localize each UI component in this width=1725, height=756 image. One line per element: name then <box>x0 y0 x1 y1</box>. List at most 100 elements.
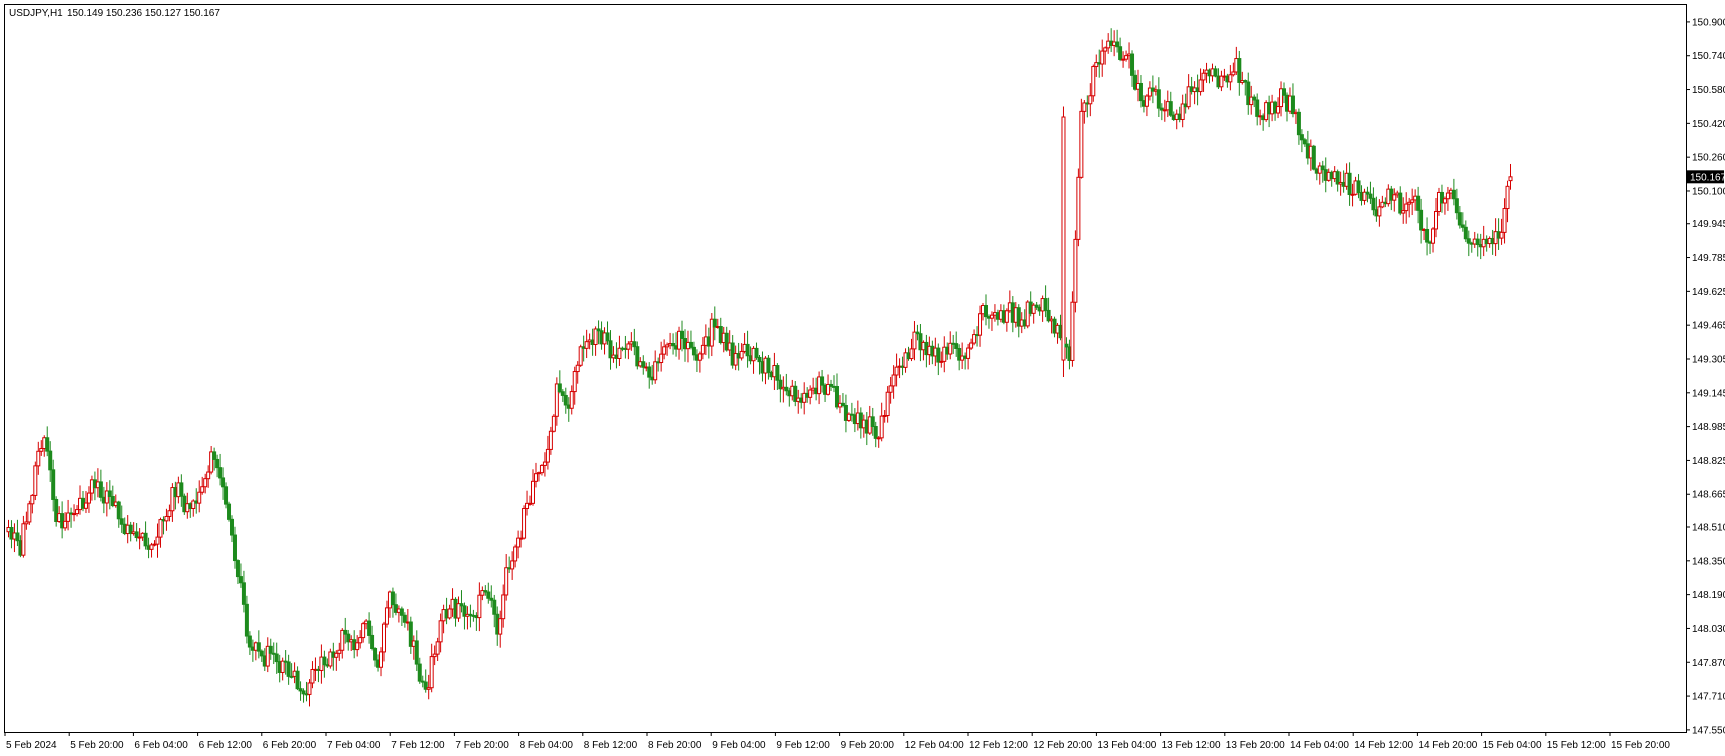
candle-body <box>808 389 813 398</box>
candle-body <box>1392 194 1397 201</box>
candle-body <box>75 509 80 515</box>
time-tick-label: 13 Feb 04:00 <box>1097 740 1156 751</box>
candle-body <box>486 591 491 599</box>
time-tick-label: 8 Feb 20:00 <box>648 740 702 751</box>
symbol-timeframe-label: USDJPY,H1 <box>9 8 63 19</box>
candle-body <box>820 376 825 386</box>
candle-body <box>212 451 217 460</box>
price-chart[interactable]: 150.900 150.740 150.580 150.420 150.260 150.1… <box>0 0 1725 756</box>
candle-body <box>334 652 339 658</box>
price-tick-label: 150.740 <box>1692 51 1725 62</box>
candle-body <box>1442 198 1447 204</box>
price-tick-label: 149.625 <box>1692 287 1725 298</box>
candle-body <box>557 383 562 393</box>
candle-body <box>1138 82 1143 102</box>
candle-body <box>1371 197 1376 211</box>
candle-body <box>754 347 759 358</box>
candle-body <box>563 394 568 406</box>
candle-body <box>784 386 789 392</box>
candlestick <box>1073 230 1078 313</box>
candle-body <box>361 623 366 639</box>
candle-body <box>215 458 220 469</box>
candle-body <box>1416 195 1421 211</box>
candle-body <box>21 523 26 556</box>
candle-body <box>593 328 598 345</box>
candle-body <box>513 546 518 562</box>
candlestick <box>1091 64 1096 102</box>
candle-body <box>1457 212 1462 226</box>
candlestick <box>227 501 232 522</box>
candle-body <box>1079 110 1084 178</box>
candle-body <box>179 482 184 497</box>
time-tick-label: 13 Feb 20:00 <box>1226 740 1285 751</box>
candle-body <box>1454 198 1459 214</box>
candle-body <box>268 645 273 654</box>
candle-body <box>256 642 261 652</box>
candlestick <box>522 505 527 540</box>
price-tick-label: 147.550 <box>1692 725 1725 736</box>
candle-body <box>504 567 509 596</box>
time-tick-label: 7 Feb 04:00 <box>327 740 381 751</box>
candle-body <box>626 343 631 350</box>
candle-body <box>307 682 312 695</box>
time-tick-label: 14 Feb 04:00 <box>1290 740 1349 751</box>
candle-body <box>1213 68 1218 77</box>
candle-body <box>381 623 386 653</box>
candle-body <box>936 347 941 363</box>
candle-body <box>1219 75 1224 88</box>
candle-body <box>119 518 124 525</box>
candle-body <box>569 391 574 409</box>
candle-body <box>1434 210 1439 230</box>
time-tick-label: 9 Feb 04:00 <box>712 740 766 751</box>
candle-body <box>870 416 875 428</box>
price-tick-label: 150.100 <box>1692 186 1725 197</box>
candle-body <box>358 637 363 644</box>
candle-body <box>48 450 53 471</box>
candle-body <box>1004 310 1009 323</box>
candle-body <box>370 634 375 649</box>
time-tick-label: 15 Feb 12:00 <box>1547 740 1606 751</box>
candle-body <box>545 448 550 463</box>
candlestick <box>1076 168 1081 247</box>
time-tick-label: 15 Feb 20:00 <box>1611 740 1670 751</box>
candle-body <box>355 642 360 651</box>
candle-body <box>584 341 589 349</box>
candle-body <box>1255 99 1260 117</box>
candle-body <box>429 656 434 689</box>
candle-body <box>1302 139 1307 145</box>
ohlc-readout: 150.149 150.236 150.127 150.167 <box>67 8 220 19</box>
price-tick-label: 149.145 <box>1692 388 1725 399</box>
time-tick-label: 5 Feb 20:00 <box>70 740 124 751</box>
price-tick-label: 148.030 <box>1692 624 1725 635</box>
price-tick-label: 148.985 <box>1692 422 1725 433</box>
candle-body <box>438 620 443 643</box>
time-tick-label: 8 Feb 12:00 <box>584 740 638 751</box>
candle-body <box>1445 192 1450 200</box>
candle-body <box>238 576 243 584</box>
candle-body <box>548 430 553 450</box>
time-tick-label: 6 Feb 20:00 <box>263 740 317 751</box>
time-tick-label: 6 Feb 12:00 <box>199 740 253 751</box>
candle-body <box>367 620 372 636</box>
price-tick-label: 148.350 <box>1692 556 1725 567</box>
candle-body <box>885 391 890 417</box>
candle-body <box>1499 231 1504 239</box>
candle-body <box>51 469 56 500</box>
price-tick-label: 150.580 <box>1692 85 1725 96</box>
candle-body <box>477 594 482 619</box>
candle-body <box>1198 79 1203 93</box>
candle-body <box>688 341 693 348</box>
candle-body <box>295 670 300 690</box>
candle-body <box>15 532 20 542</box>
candle-body <box>379 651 384 668</box>
candle-body <box>647 366 652 378</box>
price-tick-label: 147.870 <box>1692 658 1725 669</box>
candle-body <box>1425 228 1430 243</box>
candle-body <box>1070 301 1075 361</box>
candle-body <box>680 330 685 339</box>
candle-body <box>402 614 407 623</box>
time-tick-label: 8 Feb 04:00 <box>520 740 574 751</box>
candle-body <box>116 501 121 520</box>
candle-body <box>691 346 696 356</box>
candle-body <box>659 353 664 363</box>
